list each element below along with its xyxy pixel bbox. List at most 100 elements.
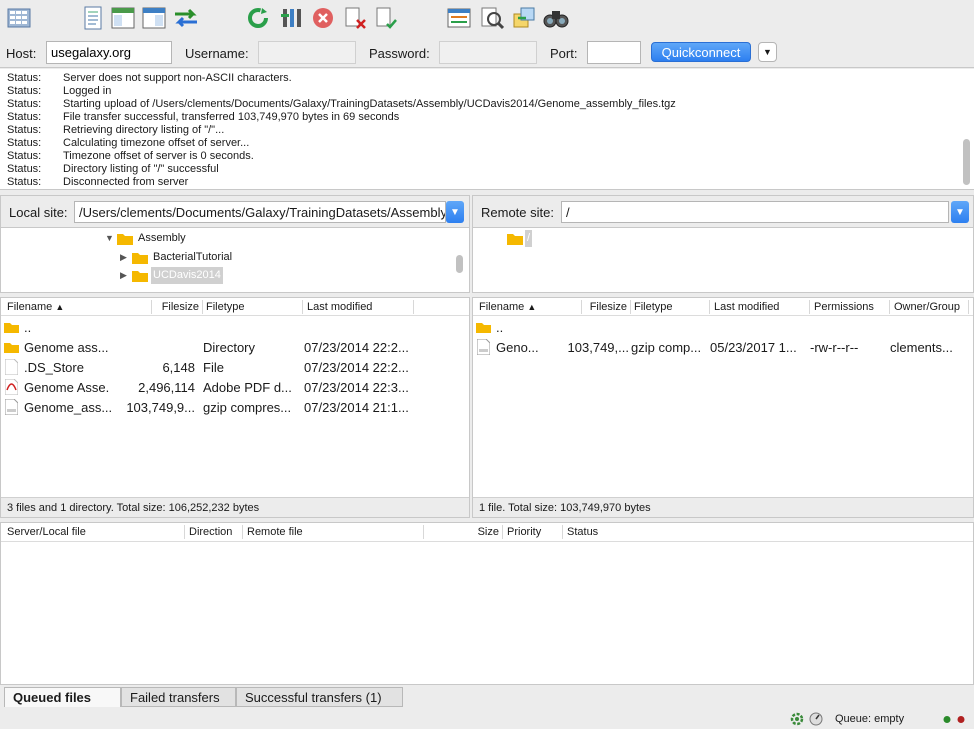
username-label: Username: [185, 46, 249, 61]
column-filesize[interactable]: Filesize [159, 301, 199, 313]
transfer-queue-icon[interactable] [173, 5, 199, 31]
password-label: Password: [369, 46, 430, 61]
username-input[interactable] [258, 41, 356, 64]
compare-icon[interactable] [479, 5, 505, 31]
remote-tree-icon[interactable] [141, 5, 167, 31]
pdf-icon [5, 379, 18, 398]
file-row[interactable]: Geno... 103,749,... gzip comp... 05/23/2… [473, 338, 973, 358]
tab-failed-transfers[interactable]: Failed transfers [121, 687, 236, 707]
chevron-down-icon: ▼ [763, 47, 772, 57]
reconnect-icon[interactable] [373, 5, 399, 31]
local-tree-scrollbar[interactable] [456, 255, 463, 273]
folder-icon [476, 321, 491, 336]
remote-path-input[interactable]: / [561, 201, 949, 223]
log-scrollbar[interactable] [963, 139, 970, 185]
gear-icon[interactable] [790, 712, 804, 729]
local-list-header: Filename ▲ Filesize Filetype Last modifi… [1, 298, 469, 316]
quickconnect-bar: Host: Username: Password: Port: Quickcon… [0, 38, 974, 68]
message-log: Status: Server does not support non-ASCII… [0, 69, 974, 190]
file-row[interactable]: Genome ass... Directory 07/23/2014 22:2.… [1, 338, 469, 358]
archive-icon [5, 399, 18, 418]
search-icon[interactable] [543, 5, 569, 31]
tree-item-assembly[interactable]: ▼ Assembly [105, 230, 186, 247]
cancel-icon[interactable] [310, 5, 336, 31]
archive-icon [477, 339, 490, 358]
file-row[interactable]: Genome_ass... 103,749,9... gzip compres.… [1, 398, 469, 418]
file-icon [5, 359, 18, 378]
local-tree: ▼ Assembly ▶ BacterialTutorial ▶ UCDavis… [0, 227, 470, 293]
sort-ascending-icon: ▲ [527, 302, 537, 312]
message-log-icon[interactable] [80, 5, 106, 31]
tree-item-ucdavis2014[interactable]: ▶ UCDavis2014 [120, 267, 223, 284]
queue-status-text: Queue: empty [835, 713, 905, 725]
collapse-triangle-icon[interactable]: ▶ [120, 249, 132, 266]
column-filetype[interactable]: Filetype [634, 301, 673, 313]
expand-triangle-icon[interactable]: ▼ [105, 230, 117, 247]
local-path-input[interactable]: /Users/clements/Documents/Galaxy/Trainin… [74, 201, 446, 223]
password-input[interactable] [439, 41, 537, 64]
chevron-down-icon: ▼ [955, 206, 965, 218]
file-row[interactable]: .. [1, 318, 469, 338]
sync-browse-icon[interactable] [511, 5, 537, 31]
file-row[interactable]: .DS_Store 6,148 File 07/23/2014 22:2... [1, 358, 469, 378]
column-status[interactable]: Status [567, 526, 598, 538]
tree-item-root[interactable]: / [507, 230, 533, 247]
local-status-text: 3 files and 1 directory. Total size: 106… [1, 497, 469, 517]
toolbar [0, 0, 974, 38]
column-remote-file[interactable]: Remote file [247, 526, 303, 538]
queue-header: Server/Local file Direction Remote file … [1, 523, 973, 542]
quickconnect-dropdown[interactable]: ▼ [758, 42, 777, 62]
local-path-dropdown[interactable]: ▼ [446, 201, 464, 223]
folder-icon [507, 234, 523, 245]
filter-icon[interactable] [446, 5, 472, 31]
tab-successful-transfers[interactable]: Successful transfers (1) [236, 687, 403, 707]
chevron-down-icon: ▼ [450, 206, 460, 218]
host-input[interactable] [46, 41, 172, 64]
status-bar: Queue: empty [0, 710, 974, 729]
process-queue-icon[interactable] [278, 5, 304, 31]
port-label: Port: [550, 46, 578, 61]
refresh-icon[interactable] [245, 5, 271, 31]
activity-led-icon [943, 715, 967, 727]
local-tree-icon[interactable] [110, 5, 136, 31]
column-priority[interactable]: Priority [507, 526, 541, 538]
folder-icon [117, 234, 133, 245]
local-file-list: Filename ▲ Filesize Filetype Last modifi… [0, 297, 470, 518]
column-last-modified[interactable]: Last modified [307, 301, 372, 313]
remote-site-bar: Remote site: / ▼ [472, 195, 974, 227]
remote-file-list: Filename ▲ Filesize Filetype Last modifi… [472, 297, 974, 518]
remote-tree: / [472, 227, 974, 293]
column-last-modified[interactable]: Last modified [714, 301, 779, 313]
site-manager-icon[interactable] [6, 5, 32, 31]
sort-ascending-icon: ▲ [55, 302, 65, 312]
remote-site-label: Remote site: [481, 205, 554, 220]
file-row[interactable]: Genome Asse. 2,496,114 Adobe PDF d... 07… [1, 378, 469, 398]
column-filetype[interactable]: Filetype [206, 301, 245, 313]
local-site-label: Local site: [9, 205, 68, 220]
column-owner-group[interactable]: Owner/Group [894, 301, 960, 313]
local-site-bar: Local site: /Users/clements/Documents/Ga… [0, 195, 470, 227]
folder-icon [4, 321, 19, 336]
tree-item-bacterialtutorial[interactable]: ▶ BacterialTutorial [120, 249, 232, 266]
column-permissions[interactable]: Permissions [814, 301, 874, 313]
queue-tabs: Queued files Failed transfers Successful… [0, 686, 974, 708]
port-input[interactable] [587, 41, 641, 64]
speed-limit-icon[interactable] [809, 712, 823, 729]
remote-list-header: Filename ▲ Filesize Filetype Last modifi… [473, 298, 973, 316]
folder-icon [132, 271, 148, 282]
column-size[interactable]: Size [451, 526, 499, 538]
column-server-local-file[interactable]: Server/Local file [7, 526, 86, 538]
collapse-triangle-icon[interactable]: ▶ [120, 267, 132, 284]
column-filename[interactable]: Filename ▲ [7, 301, 64, 313]
disconnect-icon[interactable] [342, 5, 368, 31]
column-direction[interactable]: Direction [189, 526, 232, 538]
tab-queued-files[interactable]: Queued files [4, 687, 121, 707]
remote-status-text: 1 file. Total size: 103,749,970 bytes [473, 497, 973, 517]
folder-icon [4, 341, 19, 356]
column-filesize[interactable]: Filesize [585, 301, 627, 313]
folder-icon [132, 253, 148, 264]
remote-path-dropdown[interactable]: ▼ [951, 201, 969, 223]
column-filename[interactable]: Filename ▲ [479, 301, 536, 313]
file-row[interactable]: .. [473, 318, 973, 338]
quickconnect-button[interactable]: Quickconnect [651, 42, 751, 62]
